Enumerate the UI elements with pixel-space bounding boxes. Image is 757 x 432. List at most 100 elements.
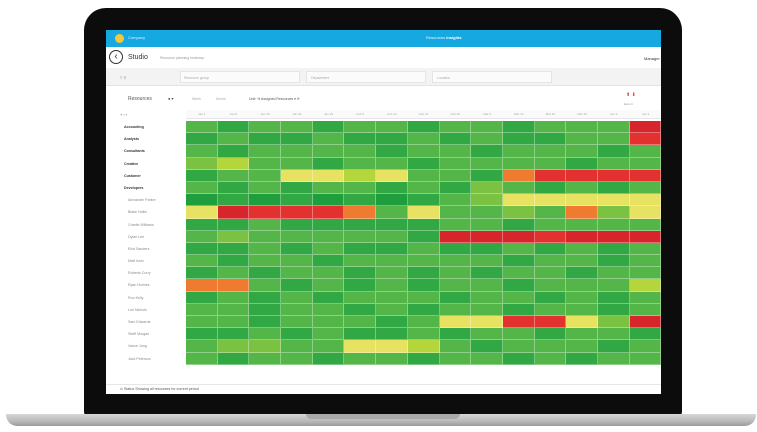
heatmap-cell[interactable] xyxy=(249,340,282,353)
heatmap-cell[interactable] xyxy=(471,133,503,146)
heatmap-cell[interactable] xyxy=(629,157,661,170)
heatmap-cell[interactable] xyxy=(344,279,377,292)
heatmap-cell[interactable] xyxy=(249,255,282,268)
heatmap-cell[interactable] xyxy=(439,316,472,329)
heatmap-cell[interactable] xyxy=(471,145,503,158)
column-header[interactable]: Feb 5 xyxy=(345,112,377,116)
heatmap-cell[interactable] xyxy=(534,218,567,231)
heatmap-cell[interactable] xyxy=(439,242,472,256)
heatmap-cell[interactable] xyxy=(249,303,282,316)
heatmap-cell[interactable] xyxy=(502,255,535,268)
heatmap-cell[interactable] xyxy=(376,328,408,341)
heatmap-cell[interactable] xyxy=(281,157,313,170)
heatmap-cell[interactable] xyxy=(407,352,440,365)
column-header[interactable]: Mar 26 xyxy=(566,112,598,116)
heatmap-cell[interactable] xyxy=(629,181,661,195)
heatmap-cell[interactable] xyxy=(629,291,661,304)
heatmap-cell[interactable] xyxy=(186,303,218,316)
heatmap-cell[interactable] xyxy=(281,352,313,365)
heatmap-cell[interactable] xyxy=(312,206,345,219)
tab-week[interactable]: Week xyxy=(192,97,201,101)
heatmap-cell[interactable] xyxy=(186,328,218,341)
resource-row-label[interactable]: Alexander Parker xyxy=(106,194,186,206)
heatmap-cell[interactable] xyxy=(376,291,408,304)
heatmap-cell[interactable] xyxy=(629,121,661,134)
unit-selector[interactable]: Unit: % Assigned Resources ▾ ⟳ xyxy=(249,97,300,101)
column-header[interactable]: Mar 12 xyxy=(503,112,535,116)
heatmap-cell[interactable] xyxy=(312,267,345,280)
heatmap-cell[interactable] xyxy=(281,194,313,207)
heatmap-cell[interactable] xyxy=(566,169,598,182)
export-icon[interactable]: ⬆ ⬇ xyxy=(626,92,636,98)
heatmap-cell[interactable] xyxy=(217,316,250,329)
heatmap-cell[interactable] xyxy=(281,255,313,268)
heatmap-cell[interactable] xyxy=(407,328,440,341)
heatmap-cell[interactable] xyxy=(312,181,345,195)
heatmap-cell[interactable] xyxy=(312,145,345,158)
heatmap-cell[interactable] xyxy=(629,352,661,365)
nav-prefix[interactable]: Resources xyxy=(426,35,445,40)
heatmap-cell[interactable] xyxy=(344,242,377,256)
heatmap-cell[interactable] xyxy=(502,279,535,292)
group-row-label[interactable]: Developers xyxy=(106,182,186,194)
heatmap-cell[interactable] xyxy=(597,206,630,219)
heatmap-cell[interactable] xyxy=(281,267,313,280)
resource-row-label[interactable]: Ryan Holmes xyxy=(106,279,186,291)
heatmap-cell[interactable] xyxy=(376,230,408,243)
heatmap-cell[interactable] xyxy=(566,194,598,207)
heatmap-cell[interactable] xyxy=(344,218,377,231)
heatmap-cell[interactable] xyxy=(597,169,630,182)
heatmap-cell[interactable] xyxy=(407,194,440,207)
heatmap-cell[interactable] xyxy=(502,145,535,158)
heatmap-cell[interactable] xyxy=(249,121,282,134)
filter-box-department[interactable]: Department xyxy=(306,71,426,83)
heatmap-cell[interactable] xyxy=(281,242,313,256)
heatmap-cell[interactable] xyxy=(217,279,250,292)
heatmap-cell[interactable] xyxy=(439,303,472,316)
heatmap-cell[interactable] xyxy=(597,133,630,146)
group-row-label[interactable]: Creative xyxy=(106,158,186,170)
heatmap-cell[interactable] xyxy=(471,352,503,365)
group-row-label[interactable]: Accounting xyxy=(106,121,186,133)
heatmap-cell[interactable] xyxy=(186,267,218,280)
heatmap-cell[interactable] xyxy=(534,352,567,365)
column-header[interactable]: Jan 22 xyxy=(281,112,313,116)
heatmap-cell[interactable] xyxy=(471,181,503,195)
heatmap-cell[interactable] xyxy=(629,267,661,280)
heatmap-cell[interactable] xyxy=(629,255,661,268)
heatmap-cell[interactable] xyxy=(534,133,567,146)
heatmap-cell[interactable] xyxy=(186,316,218,329)
heatmap-cell[interactable] xyxy=(407,230,440,243)
group-row-label[interactable]: Customer xyxy=(106,170,186,182)
filter-controls[interactable]: ≡ ⚲ xyxy=(120,75,126,80)
heatmap-cell[interactable] xyxy=(629,218,661,231)
heatmap-cell[interactable] xyxy=(629,145,661,158)
heatmap-cell[interactable] xyxy=(186,181,218,195)
heatmap-cell[interactable] xyxy=(344,206,377,219)
heatmap-cell[interactable] xyxy=(439,145,472,158)
heatmap-cell[interactable] xyxy=(217,352,250,365)
heatmap-cell[interactable] xyxy=(439,291,472,304)
heatmap-cell[interactable] xyxy=(597,267,630,280)
resource-row-label[interactable]: Sam Edwards xyxy=(106,316,186,328)
heatmap-cell[interactable] xyxy=(376,181,408,195)
resource-row-label[interactable]: Jack Peterson xyxy=(106,353,186,365)
heatmap-cell[interactable] xyxy=(376,279,408,292)
column-header[interactable]: Jan 15 xyxy=(249,112,281,116)
heatmap-cell[interactable] xyxy=(312,279,345,292)
heatmap-cell[interactable] xyxy=(281,218,313,231)
heatmap-cell[interactable] xyxy=(407,267,440,280)
heatmap-cell[interactable] xyxy=(217,328,250,341)
heatmap-cell[interactable] xyxy=(344,255,377,268)
heatmap-cell[interactable] xyxy=(407,121,440,134)
column-header[interactable]: Mar 5 xyxy=(471,112,503,116)
heatmap-cell[interactable] xyxy=(249,206,282,219)
heatmap-cell[interactable] xyxy=(534,181,567,195)
heatmap-cell[interactable] xyxy=(312,328,345,341)
heatmap-cell[interactable] xyxy=(312,242,345,256)
heatmap-cell[interactable] xyxy=(502,194,535,207)
heatmap-cell[interactable] xyxy=(344,291,377,304)
heatmap-cell[interactable] xyxy=(471,340,503,353)
resource-row-label[interactable]: Roberto Curry xyxy=(106,267,186,279)
column-header[interactable]: Feb 26 xyxy=(440,112,472,116)
